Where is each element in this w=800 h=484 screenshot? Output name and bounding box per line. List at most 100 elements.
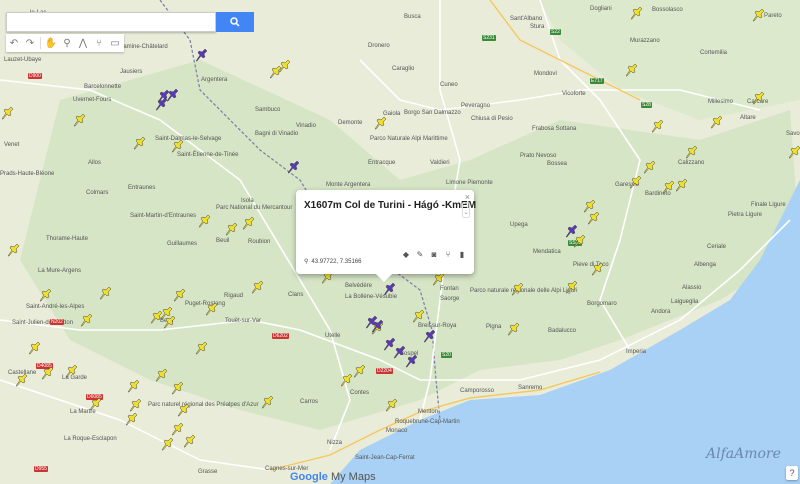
pushpin-yellow-icon[interactable] (8, 243, 20, 257)
pushpin-yellow-icon[interactable] (66, 364, 78, 378)
map-toolbar: ↶ ↷ ✋ ⚲ ⋀ ⑂ ▭ (6, 34, 124, 52)
pushpin-yellow-icon[interactable] (162, 437, 174, 451)
place-label: Thorame-Haute (46, 236, 89, 242)
pushpin-yellow-icon[interactable] (199, 214, 211, 228)
pushpin-yellow-icon[interactable] (588, 211, 600, 225)
pushpin-yellow-icon[interactable] (164, 315, 176, 329)
place-label: Limone Piemonte (446, 180, 493, 186)
draw-line-icon[interactable]: ⋀ (75, 34, 91, 52)
place-label: Jausiers (120, 69, 143, 75)
pushpin-yellow-icon[interactable] (386, 398, 398, 412)
pushpin-yellow-icon[interactable] (354, 364, 366, 378)
pushpin-purple-icon[interactable] (156, 97, 168, 111)
edit-icon[interactable]: ✎ (416, 251, 424, 259)
help-button[interactable]: ? (786, 466, 798, 480)
pushpin-yellow-icon[interactable] (630, 175, 642, 189)
hand-icon[interactable]: ✋ (43, 34, 59, 52)
pushpin-purple-icon[interactable] (406, 354, 418, 368)
pushpin-yellow-icon[interactable] (584, 199, 596, 213)
pushpin-yellow-icon[interactable] (566, 280, 578, 294)
search-button[interactable] (216, 12, 254, 32)
trash-icon[interactable]: ▮ (458, 251, 466, 259)
pushpin-yellow-icon[interactable] (126, 412, 138, 426)
undo-icon[interactable]: ↶ (6, 34, 22, 52)
search-input[interactable] (6, 12, 216, 32)
pushpin-yellow-icon[interactable] (375, 116, 387, 130)
road-shield: S28 (641, 102, 652, 108)
pushpin-yellow-icon[interactable] (252, 280, 264, 294)
place-label: Clans (288, 292, 304, 298)
pushpin-yellow-icon[interactable] (243, 216, 255, 230)
pushpin-purple-icon[interactable] (566, 224, 578, 238)
pushpin-yellow-icon[interactable] (174, 288, 186, 302)
pushpin-purple-icon[interactable] (384, 282, 396, 296)
pushpin-yellow-icon[interactable] (631, 6, 643, 20)
pushpin-yellow-icon[interactable] (40, 288, 52, 302)
pushpin-yellow-icon[interactable] (156, 368, 168, 382)
place-label: Nizza (327, 440, 343, 446)
pushpin-yellow-icon[interactable] (81, 313, 93, 327)
place-label: Parc National du Mercantour (216, 205, 293, 211)
pushpin-yellow-icon[interactable] (90, 397, 102, 411)
pushpin-yellow-icon[interactable] (508, 322, 520, 336)
scroll-control[interactable]: ⌃ ⌄ (462, 202, 470, 218)
pushpin-yellow-icon[interactable] (711, 115, 723, 129)
pushpin-yellow-icon[interactable] (178, 403, 190, 417)
pushpin-purple-icon[interactable] (167, 88, 179, 102)
pushpin-yellow-icon[interactable] (652, 119, 664, 133)
pushpin-yellow-icon[interactable] (592, 262, 604, 276)
road-shield: D2204 (376, 368, 393, 374)
pushpin-yellow-icon[interactable] (341, 373, 353, 387)
camera-icon[interactable]: ◙ (430, 251, 438, 259)
pushpin-yellow-icon[interactable] (789, 145, 800, 159)
pushpin-yellow-icon[interactable] (644, 160, 656, 174)
pushpin-yellow-icon[interactable] (16, 373, 28, 387)
pushpin-yellow-icon[interactable] (134, 136, 146, 150)
add-marker-icon[interactable]: ⚲ (59, 34, 75, 52)
pushpin-yellow-icon[interactable] (206, 302, 218, 316)
pushpin-yellow-icon[interactable] (172, 381, 184, 395)
pushpin-yellow-icon[interactable] (270, 65, 282, 79)
place-label: Dogliani (590, 6, 612, 12)
pushpin-yellow-icon[interactable] (626, 63, 638, 77)
pushpin-yellow-icon[interactable] (184, 434, 196, 448)
pushpin-purple-icon[interactable] (288, 160, 300, 174)
road-shield: D955 (34, 466, 48, 472)
pushpin-yellow-icon[interactable] (74, 113, 86, 127)
pushpin-yellow-icon[interactable] (663, 180, 675, 194)
directions-icon[interactable]: ⑂ (444, 251, 452, 259)
pushpin-yellow-icon[interactable] (753, 91, 765, 105)
pushpin-yellow-icon[interactable] (128, 379, 140, 393)
pushpin-purple-icon[interactable] (394, 345, 406, 359)
pushpin-yellow-icon[interactable] (196, 341, 208, 355)
pushpin-yellow-icon[interactable] (29, 341, 41, 355)
pushpin-yellow-icon[interactable] (262, 395, 274, 409)
pushpin-purple-icon[interactable] (196, 48, 208, 62)
pushpin-yellow-icon[interactable] (512, 282, 524, 296)
pushpin-purple-icon[interactable] (372, 319, 384, 333)
pushpin-yellow-icon[interactable] (686, 145, 698, 159)
pushpin-yellow-icon[interactable] (433, 272, 445, 286)
pushpin-yellow-icon[interactable] (100, 286, 112, 300)
ruler-icon[interactable]: ▭ (107, 34, 123, 52)
pushpin-yellow-icon[interactable] (42, 366, 54, 380)
pushpin-yellow-icon[interactable] (226, 222, 238, 236)
pushpin-yellow-icon[interactable] (413, 309, 425, 323)
paint-bucket-icon[interactable]: ◆ (402, 251, 410, 259)
pushpin-yellow-icon[interactable] (753, 8, 765, 22)
pushpin-yellow-icon[interactable] (676, 178, 688, 192)
place-label: Laigueglia (671, 299, 699, 305)
pushpin-yellow-icon[interactable] (2, 106, 14, 120)
pushpin-yellow-icon[interactable] (172, 139, 184, 153)
pushpin-yellow-icon[interactable] (130, 398, 142, 412)
close-icon[interactable]: × (465, 192, 470, 202)
pushpin-yellow-icon[interactable] (172, 422, 184, 436)
place-label: Bossolasco (652, 7, 683, 13)
place-label: Borgomaro (587, 301, 617, 307)
pushpin-purple-icon[interactable] (424, 329, 436, 343)
place-label: La Roque-Esclapon (64, 436, 117, 442)
place-label: Calizzano (678, 160, 705, 166)
directions-icon[interactable]: ⑂ (91, 34, 107, 52)
place-label: Camporosso (460, 388, 495, 394)
redo-icon[interactable]: ↷ (22, 34, 38, 52)
